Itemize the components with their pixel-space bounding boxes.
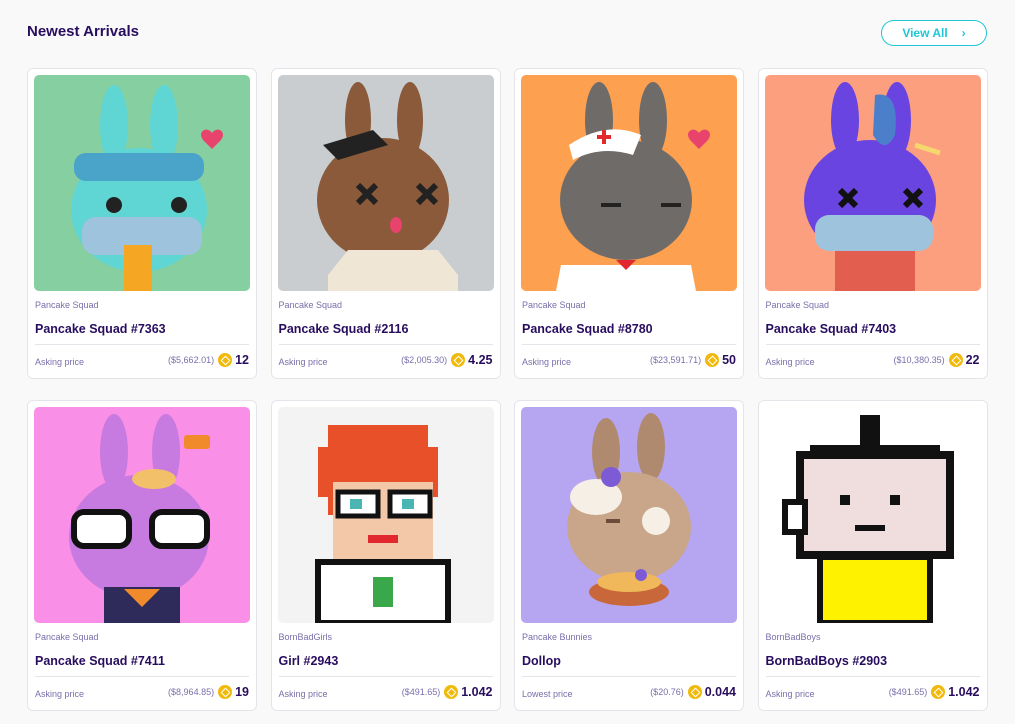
nft-card[interactable]: Pancake Squad Pancake Squad #7363 Asking… xyxy=(27,68,257,379)
price: ($20.76) 0.044 xyxy=(650,685,736,699)
nft-card[interactable]: Pancake Squad Pancake Squad #2116 Asking… xyxy=(270,68,501,379)
bnb-price: 1.042 xyxy=(948,685,980,699)
price-label: Asking price xyxy=(35,357,85,367)
price-label: Asking price xyxy=(278,689,328,699)
chevron-right-icon: › xyxy=(961,26,966,40)
nft-thumbnail[interactable] xyxy=(521,75,737,291)
divider xyxy=(35,344,249,345)
usd-price: ($23,591.71) xyxy=(650,355,702,365)
nft-card[interactable]: BornBadBoys BornBadBoys #2903 Asking pri… xyxy=(757,400,988,711)
price-label: Asking price xyxy=(35,689,85,699)
divider xyxy=(522,344,736,345)
nft-card[interactable]: BornBadGirls Girl #2943 Asking price ($4… xyxy=(270,400,501,711)
price: ($23,591.71) 50 xyxy=(650,353,736,367)
pixel-girl-icon xyxy=(277,407,494,623)
price: ($8,964.85) 19 xyxy=(168,685,249,699)
nft-card[interactable]: Pancake Squad Pancake Squad #7411 Asking… xyxy=(27,400,257,711)
nft-card[interactable]: Pancake Bunnies Dollop Lowest price ($20… xyxy=(514,400,744,711)
divider xyxy=(35,676,249,677)
bunny-dollop-icon xyxy=(521,407,737,623)
price: ($491.65) 1.042 xyxy=(889,685,980,699)
pixel-boy-icon xyxy=(764,407,981,623)
bnb-price: 50 xyxy=(722,353,736,367)
usd-price: ($491.65) xyxy=(401,687,441,697)
bnb-icon xyxy=(948,353,963,367)
price: ($10,380.35) 22 xyxy=(894,353,980,367)
usd-price: ($5,662.01) xyxy=(168,355,215,365)
price-label: Asking price xyxy=(522,357,572,367)
price-label: Asking price xyxy=(765,357,815,367)
collection-name[interactable]: Pancake Squad xyxy=(35,300,99,310)
bnb-icon xyxy=(705,353,720,367)
divider xyxy=(522,676,736,677)
collection-name[interactable]: BornBadBoys xyxy=(766,632,821,642)
collection-name[interactable]: Pancake Squad xyxy=(279,300,343,310)
nft-thumbnail[interactable] xyxy=(764,75,981,291)
usd-price: ($20.76) xyxy=(650,687,684,697)
usd-price: ($2,005.30) xyxy=(401,355,448,365)
nft-name[interactable]: Pancake Squad #7411 xyxy=(35,654,165,668)
nft-thumbnail[interactable] xyxy=(34,75,250,291)
usd-price: ($10,380.35) xyxy=(893,355,945,365)
divider xyxy=(278,676,493,677)
price: ($2,005.30) 4.25 xyxy=(401,353,493,367)
nft-thumbnail[interactable] xyxy=(521,407,737,623)
squad-bunny-pink-glasses-icon xyxy=(34,407,250,623)
nft-grid: Pancake Squad Pancake Squad #7363 Asking… xyxy=(27,68,988,711)
nft-name[interactable]: Girl #2943 xyxy=(279,654,339,668)
nft-name[interactable]: Dollop xyxy=(522,654,561,668)
price-label: Asking price xyxy=(278,357,328,367)
divider xyxy=(765,676,980,677)
usd-price: ($491.65) xyxy=(888,687,928,697)
bnb-price: 0.044 xyxy=(704,685,736,699)
nft-name[interactable]: Pancake Squad #2116 xyxy=(279,322,409,336)
collection-name[interactable]: Pancake Squad xyxy=(766,300,830,310)
nft-card[interactable]: Pancake Squad Pancake Squad #8780 Asking… xyxy=(514,68,744,379)
collection-name[interactable]: BornBadGirls xyxy=(279,632,333,642)
squad-bunny-teal-icon xyxy=(34,75,250,291)
price-label: Lowest price xyxy=(522,689,573,699)
view-all-button[interactable]: View All › xyxy=(881,20,987,46)
nft-thumbnail[interactable] xyxy=(34,407,250,623)
nft-thumbnail[interactable] xyxy=(277,407,494,623)
section-header: Newest Arrivals View All › xyxy=(0,0,1015,66)
collection-name[interactable]: Pancake Squad xyxy=(522,300,586,310)
bnb-price: 12 xyxy=(235,353,249,367)
price: ($5,662.01) 12 xyxy=(168,353,249,367)
squad-bunny-brown-icon xyxy=(277,75,494,291)
section-title: Newest Arrivals xyxy=(27,23,140,40)
bnb-icon xyxy=(451,353,466,367)
bnb-icon xyxy=(218,685,233,699)
nft-name[interactable]: Pancake Squad #7403 xyxy=(766,322,897,336)
squad-bunny-gray-nurse-icon xyxy=(521,75,737,291)
bnb-icon xyxy=(444,685,459,699)
nft-thumbnail[interactable] xyxy=(764,407,981,623)
divider xyxy=(278,344,493,345)
bnb-icon xyxy=(218,353,233,367)
bnb-icon xyxy=(687,685,702,699)
usd-price: ($8,964.85) xyxy=(168,687,215,697)
collection-name[interactable]: Pancake Bunnies xyxy=(522,632,592,642)
bnb-price: 1.042 xyxy=(461,685,493,699)
price: ($491.65) 1.042 xyxy=(402,685,493,699)
nft-card[interactable]: Pancake Squad Pancake Squad #7403 Asking… xyxy=(757,68,988,379)
nft-thumbnail[interactable] xyxy=(277,75,494,291)
nft-name[interactable]: Pancake Squad #7363 xyxy=(35,322,166,336)
nft-name[interactable]: Pancake Squad #8780 xyxy=(522,322,653,336)
squad-bunny-purple-icon xyxy=(764,75,981,291)
nft-name[interactable]: BornBadBoys #2903 xyxy=(766,654,888,668)
price-label: Asking price xyxy=(765,689,815,699)
bnb-price: 19 xyxy=(235,685,249,699)
view-all-label: View All xyxy=(902,26,948,40)
divider xyxy=(765,344,980,345)
bnb-price: 22 xyxy=(965,353,980,367)
collection-name[interactable]: Pancake Squad xyxy=(35,632,99,642)
bnb-icon xyxy=(931,685,946,699)
bnb-price: 4.25 xyxy=(468,353,493,367)
